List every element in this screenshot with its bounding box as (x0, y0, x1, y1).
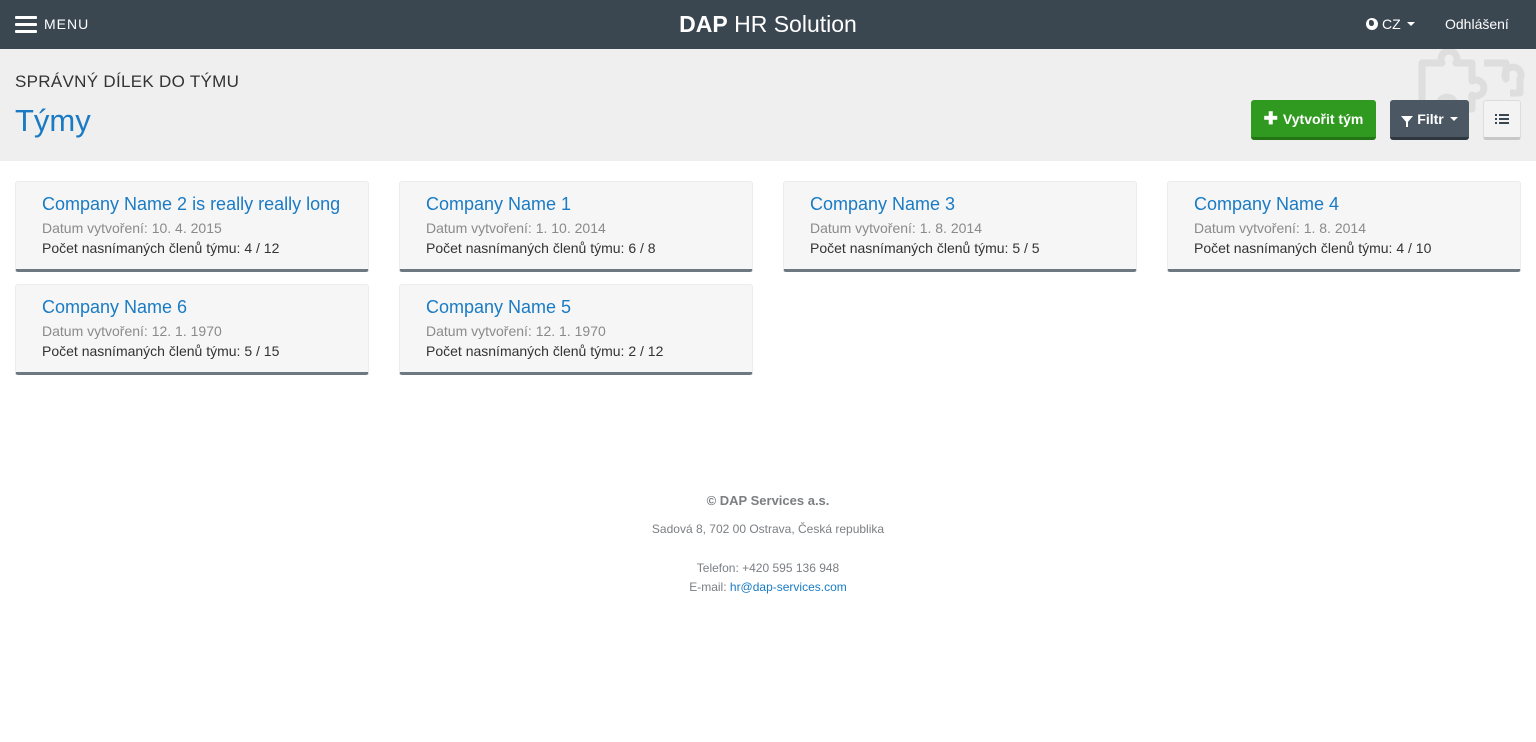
menu-button[interactable]: MENU (15, 14, 89, 34)
team-card[interactable]: Company Name 1 Datum vytvoření: 1. 10. 2… (399, 181, 753, 272)
team-name[interactable]: Company Name 5 (426, 297, 752, 321)
team-created-date: Datum vytvoření: 1. 8. 2014 (1194, 220, 1366, 236)
team-card[interactable]: Company Name 4 Datum vytvoření: 1. 8. 20… (1167, 181, 1521, 272)
footer-address: Sadová 8, 702 00 Ostrava, Česká republik… (651, 522, 885, 536)
footer-company: © DAP Services a.s. (706, 493, 830, 508)
footer-email-label: E-mail: (689, 580, 730, 594)
language-dropdown[interactable]: CZ (1366, 16, 1415, 32)
team-name[interactable]: Company Name 2 is really really long (42, 194, 368, 218)
team-member-count: Počet nasnímaných členů týmu: 5 / 5 (810, 240, 1040, 256)
team-name[interactable]: Company Name 3 (810, 194, 1136, 218)
footer-phone: Telefon: +420 595 136 948 (696, 561, 840, 575)
hamburger-icon (15, 15, 37, 33)
page-subtitle: SPRÁVNÝ DÍLEK DO TÝMU (15, 72, 240, 91)
team-card[interactable]: Company Name 2 is really really long Dat… (15, 181, 369, 272)
team-member-count: Počet nasnímaných členů týmu: 4 / 12 (42, 240, 280, 256)
team-member-count: Počet nasnímaných členů týmu: 6 / 8 (426, 240, 656, 256)
team-member-count: Počet nasnímaných členů týmu: 2 / 12 (426, 343, 664, 359)
language-label: CZ (1382, 16, 1401, 32)
create-team-label: Vytvořit tým (1282, 110, 1364, 127)
team-name[interactable]: Company Name 1 (426, 194, 752, 218)
page-header: SPRÁVNÝ DÍLEK DO TÝMU Týmy ✚ Vytvořit tý… (0, 49, 1536, 161)
app-title-rest: HR Solution (727, 11, 857, 37)
top-navbar: MENU DAP HR Solution CZ Odhlášení (0, 0, 1536, 49)
create-team-button[interactable]: ✚ Vytvořit tým (1251, 100, 1376, 140)
list-icon (1495, 113, 1509, 125)
list-view-button[interactable] (1483, 100, 1521, 140)
team-name[interactable]: Company Name 4 (1194, 194, 1520, 218)
team-created-date: Datum vytvoření: 10. 4. 2015 (42, 220, 222, 236)
team-created-date: Datum vytvoření: 1. 8. 2014 (810, 220, 982, 236)
team-created-date: Datum vytvoření: 12. 1. 1970 (426, 323, 606, 339)
app-title-bold: DAP (679, 11, 728, 37)
chevron-down-icon (1449, 116, 1458, 121)
footer-email-line: E-mail: hr@dap-services.com (0, 580, 1536, 594)
logout-link[interactable]: Odhlášení (1445, 16, 1509, 32)
team-member-count: Počet nasnímaných členů týmu: 5 / 15 (42, 343, 280, 359)
footer-email-link[interactable]: hr@dap-services.com (730, 580, 847, 594)
team-member-count: Počet nasnímaných členů týmu: 4 / 10 (1194, 240, 1432, 256)
plus-icon: ✚ (1263, 109, 1278, 128)
filter-label: Filtr (1417, 110, 1444, 127)
globe-icon (1366, 18, 1378, 30)
filter-button[interactable]: Filtr (1390, 100, 1469, 140)
team-created-date: Datum vytvoření: 1. 10. 2014 (426, 220, 606, 236)
filter-icon (1401, 116, 1414, 127)
page-title: Týmy (15, 103, 91, 138)
menu-label: MENU (44, 16, 90, 32)
team-card[interactable]: Company Name 3 Datum vytvoření: 1. 8. 20… (783, 181, 1137, 272)
team-card[interactable]: Company Name 5 Datum vytvoření: 12. 1. 1… (399, 284, 753, 375)
team-created-date: Datum vytvoření: 12. 1. 1970 (42, 323, 222, 339)
chevron-down-icon (1406, 22, 1415, 26)
app-title: DAP HR Solution (0, 11, 1536, 38)
team-name[interactable]: Company Name 6 (42, 297, 368, 321)
team-card[interactable]: Company Name 6 Datum vytvoření: 12. 1. 1… (15, 284, 369, 375)
